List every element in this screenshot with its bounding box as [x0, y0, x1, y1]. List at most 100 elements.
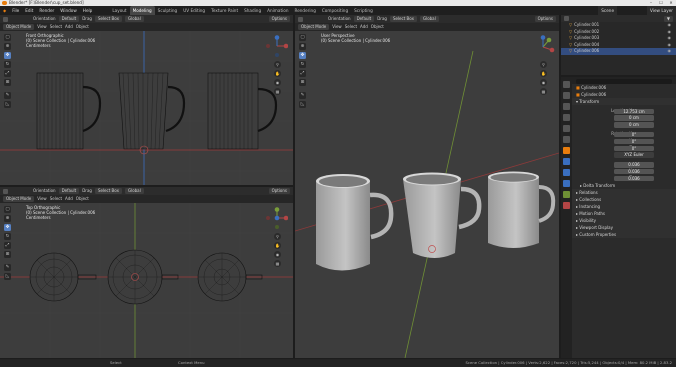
annotate-tool-icon-3[interactable]: ✎ — [299, 92, 306, 99]
measure-tool-icon-3[interactable]: ◺ — [299, 101, 306, 108]
tab-animation[interactable]: Animation — [264, 6, 291, 15]
menu-help[interactable]: Help — [80, 6, 96, 15]
measure-tool-icon[interactable]: ◺ — [4, 101, 11, 108]
menu-render[interactable]: Render — [36, 6, 57, 15]
rotate-tool-icon-2[interactable]: ↻ — [4, 233, 11, 240]
scale-tool-icon-3[interactable]: ⤢ — [299, 70, 306, 77]
cursor-tool-icon-3[interactable]: ⊕ — [299, 43, 306, 50]
rotation-y-field[interactable]: 0° — [614, 138, 654, 145]
visibility-eye-icon[interactable]: ◉ — [668, 22, 672, 29]
tab-sculpting[interactable]: Sculpting — [155, 6, 181, 15]
transform-section-header[interactable]: ▾ Transform — [572, 98, 676, 105]
output-properties-icon[interactable] — [563, 103, 570, 110]
outliner-item[interactable]: ▽ Cylinder.003 ◉ — [561, 35, 676, 42]
tool-properties-icon[interactable] — [563, 81, 570, 88]
menu-object[interactable]: Object — [76, 24, 89, 30]
move-tool-icon[interactable]: ✥ — [4, 52, 11, 59]
orientation-dropdown[interactable]: Default — [58, 16, 80, 22]
blender-menu-icon[interactable]: ◆ — [0, 6, 9, 15]
editor-type-icon[interactable] — [3, 16, 8, 22]
motion-paths-section[interactable]: ▸ Motion Paths — [572, 209, 676, 217]
menu-object-2[interactable]: Object — [76, 196, 89, 202]
options-dropdown[interactable]: Options — [268, 16, 290, 22]
tab-compositing[interactable]: Compositing — [319, 6, 351, 15]
measure-tool-icon-2[interactable]: ◺ — [4, 273, 11, 280]
top-ortho-viewport[interactable]: Top Orthographic (0) Scene Collection | … — [0, 203, 293, 358]
menu-select-3[interactable]: Select — [345, 24, 357, 30]
object-data-name-field[interactable]: Cylinder.006 — [581, 92, 606, 97]
navigation-gizmo-3[interactable] — [531, 35, 555, 59]
scale-y-field[interactable]: 0.036 — [614, 169, 654, 175]
view-layer-icon[interactable] — [563, 114, 570, 121]
tab-uv-editing[interactable]: UV Editing — [180, 6, 208, 15]
camera-view-icon-3[interactable]: ◉ — [540, 79, 547, 86]
particles-icon[interactable] — [563, 169, 570, 176]
relations-section[interactable]: ▸ Relations — [572, 188, 676, 196]
pivot-dropdown-2[interactable]: Global — [124, 188, 144, 194]
zoom-icon-2[interactable]: ⚲ — [274, 233, 281, 240]
transform-tool-icon-2[interactable]: ⊞ — [4, 251, 11, 258]
zoom-icon-3[interactable]: ⚲ — [540, 61, 547, 68]
mode-dropdown-2[interactable]: Object Mode — [3, 196, 35, 202]
outliner-filter-icon[interactable]: ▼ — [663, 15, 673, 22]
menu-file[interactable]: File — [9, 6, 22, 15]
view-layer-selector[interactable]: View Layer — [647, 6, 676, 15]
select-tool-icon[interactable]: ▢ — [4, 34, 11, 41]
rotation-z-field[interactable]: 0° — [614, 145, 654, 152]
cursor-tool-icon-2[interactable]: ⊕ — [4, 215, 11, 222]
menu-view-3[interactable]: View — [332, 24, 342, 30]
visibility-eye-icon[interactable]: ◉ — [668, 48, 672, 55]
menu-view[interactable]: View — [37, 24, 47, 30]
pan-hand-icon-2[interactable]: ✋ — [274, 242, 281, 249]
outliner-item[interactable]: ▽ Cylinder.001 ◉ — [561, 22, 676, 29]
drag-dropdown[interactable]: Select Box — [94, 16, 122, 22]
pivot-dropdown-3[interactable]: Global — [419, 16, 439, 22]
properties-search-field[interactable] — [576, 78, 672, 84]
pivot-dropdown[interactable]: Global — [124, 16, 144, 22]
rotation-x-field[interactable]: 0° — [614, 132, 654, 138]
navigation-gizmo[interactable] — [266, 35, 288, 57]
menu-select[interactable]: Select — [50, 24, 62, 30]
cursor-tool-icon[interactable]: ⊕ — [4, 43, 11, 50]
camera-view-icon[interactable]: ◉ — [274, 79, 281, 86]
move-tool-icon-3[interactable]: ✥ — [299, 52, 306, 59]
object-data-icon[interactable] — [563, 191, 570, 198]
scale-tool-icon-2[interactable]: ⤢ — [4, 242, 11, 249]
outliner-item[interactable]: ▽ Cylinder.004 ◉ — [561, 42, 676, 49]
outliner-editor-icon[interactable] — [564, 16, 569, 21]
object-properties-icon[interactable] — [563, 147, 570, 154]
drag-dropdown-3[interactable]: Select Box — [389, 16, 417, 22]
select-tool-icon-3[interactable]: ▢ — [299, 34, 306, 41]
instancing-section[interactable]: ▸ Instancing — [572, 202, 676, 210]
editor-type-icon-2[interactable] — [3, 188, 8, 194]
move-tool-icon-2[interactable]: ✥ — [4, 224, 11, 231]
pan-hand-icon-3[interactable]: ✋ — [540, 70, 547, 77]
front-ortho-viewport[interactable]: Front Orthographic (0) Scene Collection … — [0, 31, 293, 185]
menu-view-2[interactable]: View — [37, 196, 47, 202]
scale-x-field[interactable]: 0.036 — [614, 162, 654, 168]
custom-properties-section[interactable]: ▸ Custom Properties — [572, 230, 676, 238]
visibility-eye-icon[interactable]: ◉ — [668, 35, 672, 42]
location-x-field[interactable]: 12.753 cm — [614, 108, 654, 115]
scale-z-field[interactable]: 0.036 — [614, 175, 654, 182]
menu-window[interactable]: Window — [57, 6, 80, 15]
menu-add-2[interactable]: Add — [65, 196, 73, 202]
tab-layout[interactable]: Layout — [109, 6, 129, 15]
options-dropdown-2[interactable]: Options — [268, 188, 290, 194]
orientation-dropdown-3[interactable]: Default — [353, 16, 375, 22]
object-name-field[interactable]: Cylinder.006 — [581, 85, 606, 90]
scale-tool-icon[interactable]: ⤢ — [4, 70, 11, 77]
ortho-toggle-icon[interactable]: ▦ — [274, 88, 281, 95]
editor-type-icon-3[interactable] — [298, 16, 303, 22]
material-icon[interactable] — [563, 202, 570, 209]
transform-tool-icon-3[interactable]: ⊞ — [299, 79, 306, 86]
menu-edit[interactable]: Edit — [22, 6, 36, 15]
annotate-tool-icon-2[interactable]: ✎ — [4, 264, 11, 271]
transform-tool-icon[interactable]: ⊞ — [4, 79, 11, 86]
drag-dropdown-2[interactable]: Select Box — [94, 188, 122, 194]
rotate-tool-icon-3[interactable]: ↻ — [299, 61, 306, 68]
menu-add-3[interactable]: Add — [360, 24, 368, 30]
visibility-section[interactable]: ▸ Visibility — [572, 216, 676, 224]
tab-scripting[interactable]: Scripting — [351, 6, 376, 15]
menu-object-3[interactable]: Object — [371, 24, 384, 30]
